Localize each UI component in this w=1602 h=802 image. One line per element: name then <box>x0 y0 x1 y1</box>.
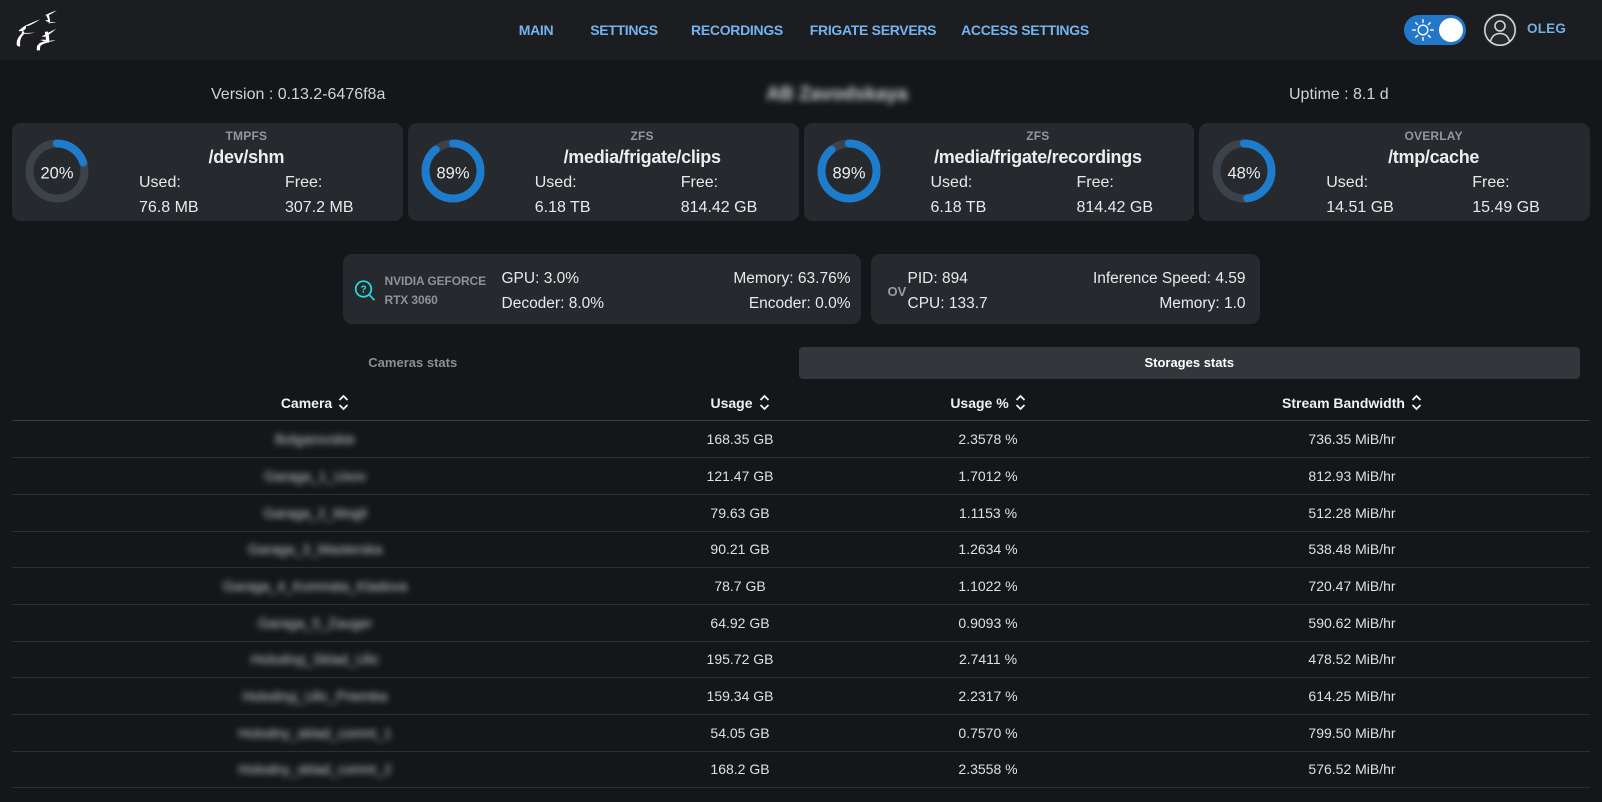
svg-text:89%: 89% <box>832 165 865 183</box>
svg-text:89%: 89% <box>436 165 469 183</box>
svg-text:48%: 48% <box>1228 165 1261 183</box>
svg-text:?: ? <box>360 284 366 295</box>
svg-text:20%: 20% <box>40 165 73 183</box>
